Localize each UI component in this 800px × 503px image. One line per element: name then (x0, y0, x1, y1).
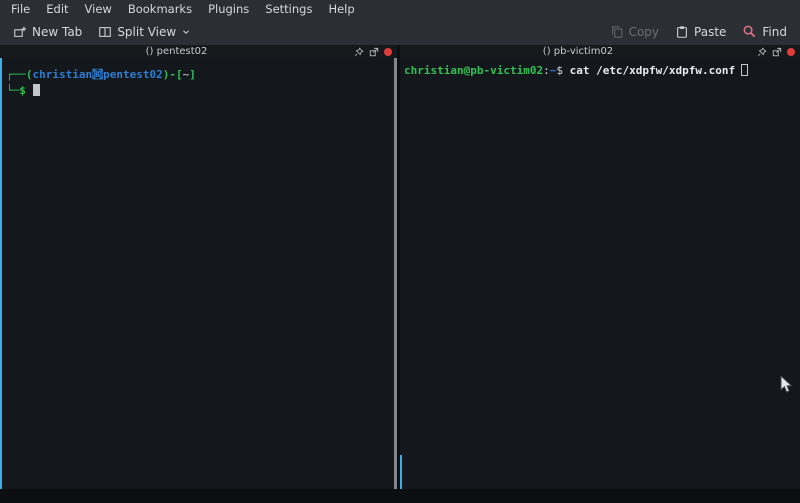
paste-icon (675, 25, 689, 39)
terminal-command-line: christian@pb-victim02:~$ cat /etc/xdpfw/… (404, 63, 792, 79)
new-tab-icon (13, 25, 27, 39)
split-header-pb-victim02[interactable]: () pb-victim02 (400, 45, 800, 58)
find-label: Find (762, 25, 787, 39)
split-header-pentest02[interactable]: () pentest02 (0, 45, 397, 58)
split-view-button[interactable]: Split View (92, 23, 197, 41)
prompt-userhost: christian@pb-victim02 (404, 64, 543, 77)
paste-label: Paste (694, 25, 726, 39)
konsole-window: File Edit View Bookmarks Plugins Setting… (0, 0, 800, 503)
menu-help[interactable]: Help (320, 0, 362, 18)
mouse-cursor (780, 376, 794, 394)
detach-split-icon[interactable] (772, 47, 782, 57)
terminal-prompt-line-1: ┌──(christian㉏pentest02)-[~] (6, 67, 389, 83)
chevron-down-icon (181, 27, 191, 37)
prompt-symbol: $ (556, 64, 569, 77)
find-button[interactable]: Find (736, 22, 793, 41)
menu-settings[interactable]: Settings (257, 0, 320, 18)
split-view-label: Split View (117, 25, 176, 39)
prompt-frame-bottom: └─$ (6, 84, 26, 97)
copy-icon (610, 25, 624, 39)
prompt-frame-open: ┌──( (6, 68, 33, 81)
terminal-pb-victim02[interactable]: christian@pb-victim02:~$ cat /etc/xdpfw/… (400, 58, 800, 489)
terminal-prompt-line-2: └─$ (6, 83, 389, 99)
toolbar: New Tab Split View Copy Pa (0, 18, 800, 46)
scrollbar[interactable] (394, 58, 397, 489)
pane-pb-victim02: () pb-victim02 christian@pb-victim02:~$ … (400, 45, 800, 489)
pin-split-icon[interactable] (354, 47, 364, 57)
split-title-pb-victim02[interactable]: () pb-victim02 (405, 45, 751, 58)
focus-indicator-line (400, 455, 402, 489)
prompt-frame-close: ] (189, 68, 196, 81)
pane-pentest02: () pentest02 ┌──(christian㉏pentes (0, 45, 397, 489)
copy-button[interactable]: Copy (604, 23, 665, 41)
prompt-userhost: christian㉏pentest02 (33, 68, 163, 81)
menu-file[interactable]: File (3, 0, 38, 18)
menu-view[interactable]: View (77, 0, 120, 18)
menu-bookmarks[interactable]: Bookmarks (120, 0, 200, 18)
prompt-frame-mid: )-[ (163, 68, 183, 81)
close-split-button[interactable] (787, 48, 795, 56)
find-icon (742, 24, 757, 39)
split-container: () pentest02 ┌──(christian㉏pentes (0, 45, 800, 489)
terminal-cursor (33, 84, 40, 96)
menu-bar: File Edit View Bookmarks Plugins Setting… (0, 0, 800, 18)
split-header-icons (757, 47, 795, 57)
focus-indicator-line (0, 58, 2, 489)
menu-plugins[interactable]: Plugins (200, 0, 257, 18)
prompt-colon: : (543, 64, 550, 77)
menu-edit[interactable]: Edit (38, 0, 76, 18)
paste-button[interactable]: Paste (669, 23, 732, 41)
copy-label: Copy (629, 25, 659, 39)
terminal-pentest02[interactable]: ┌──(christian㉏pentest02)-[~] └─$ (0, 58, 397, 489)
detach-split-icon[interactable] (369, 47, 379, 57)
terminal-cursor (741, 64, 748, 76)
new-tab-label: New Tab (32, 25, 82, 39)
pin-split-icon[interactable] (757, 47, 767, 57)
window-bottom-edge (0, 489, 800, 503)
close-split-button[interactable] (384, 48, 392, 56)
split-header-icons (354, 47, 392, 57)
typed-command: cat /etc/xdpfw/xdpfw.conf (570, 64, 736, 77)
new-tab-button[interactable]: New Tab (7, 23, 88, 41)
split-title-pentest02[interactable]: () pentest02 (5, 45, 348, 58)
split-view-icon (98, 25, 112, 39)
